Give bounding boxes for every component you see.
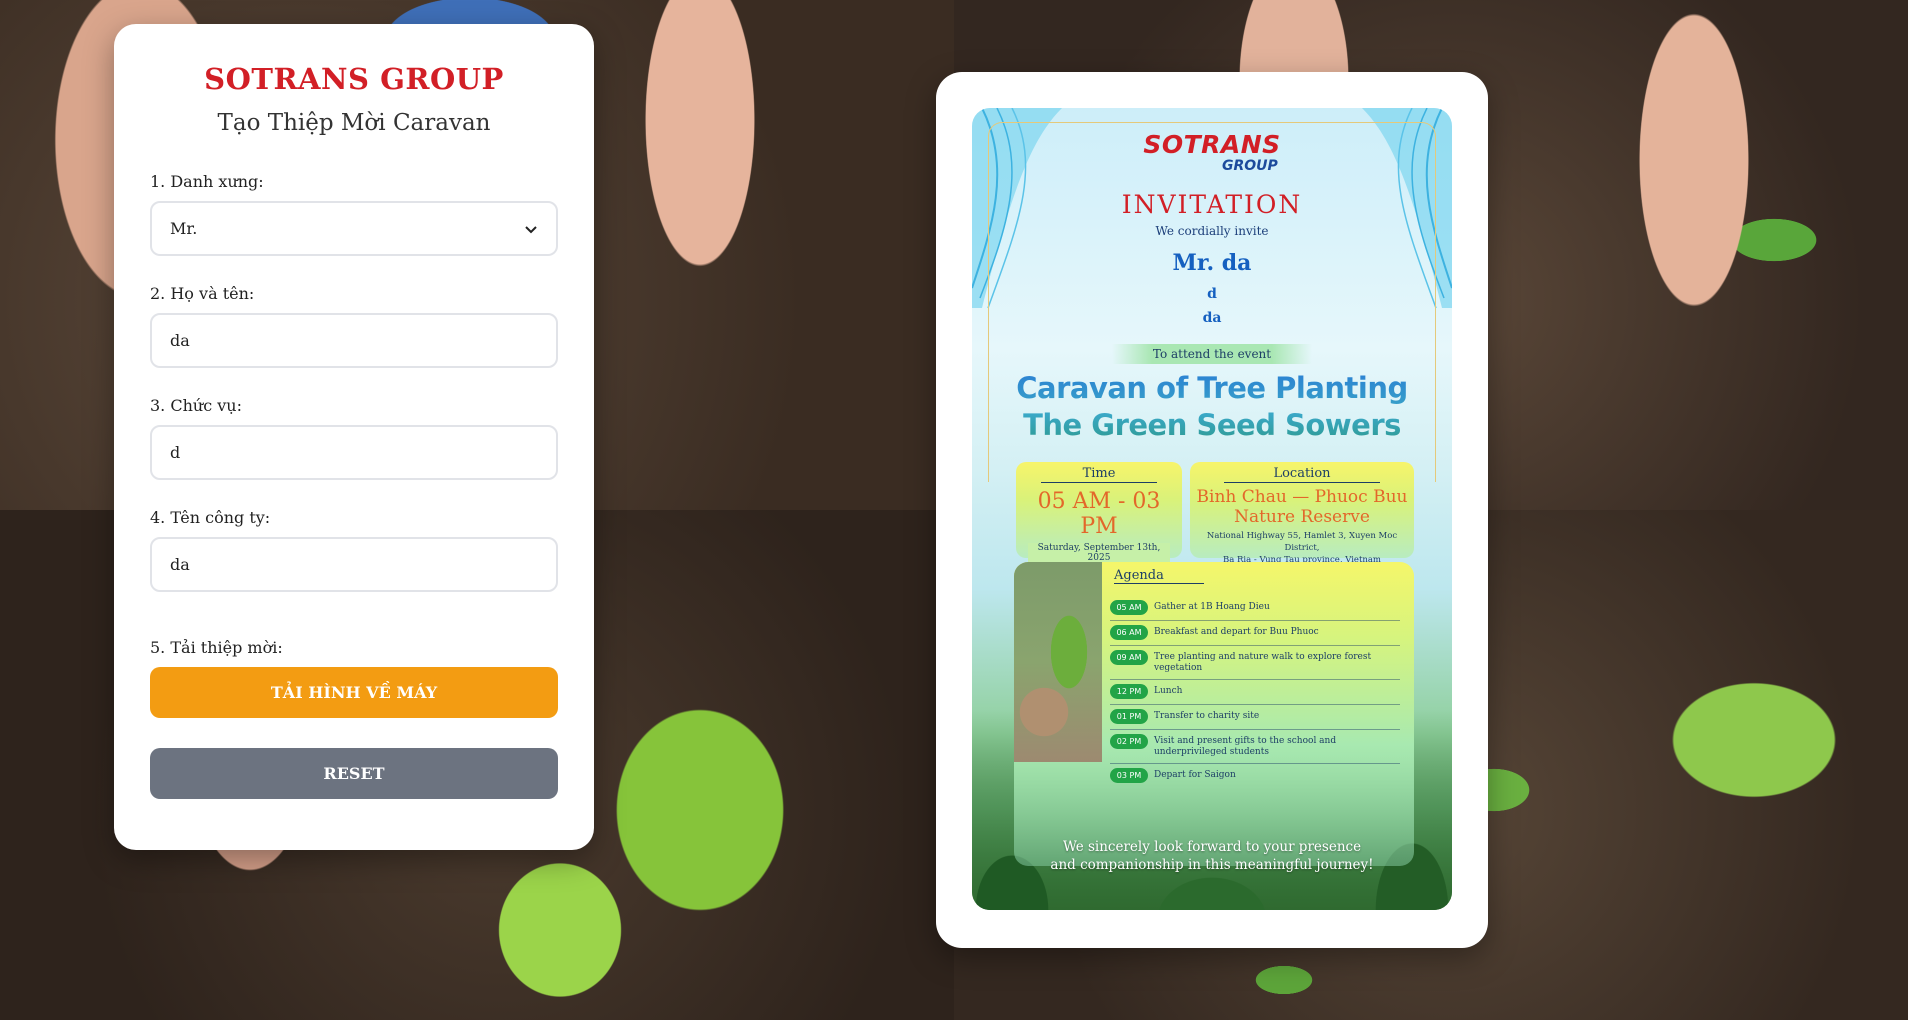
- agenda-item: 06 AM Breakfast and depart for Buu Phuoc: [1110, 621, 1400, 646]
- company-input[interactable]: da: [150, 537, 558, 592]
- agenda-item: 12 PM Lunch: [1110, 680, 1400, 705]
- form-subtitle: Tạo Thiệp Mời Caravan: [217, 110, 491, 136]
- agenda-item-text: Tree planting and nature walk to explore…: [1154, 652, 1372, 673]
- agenda-time-badge: 05 AM: [1110, 600, 1148, 615]
- invitation-logo-sub: GROUP: [1222, 158, 1278, 174]
- guest-position: d: [1207, 286, 1217, 302]
- agenda-item: 03 PM Depart for Saigon: [1110, 764, 1400, 788]
- agenda-item-text: Transfer to charity site: [1154, 711, 1260, 721]
- date-value: Saturday, September 13th, 2025: [1027, 543, 1171, 563]
- location-heading: Location: [1223, 466, 1381, 483]
- location-value: Binh Chau — Phuoc Buu Nature Reserve: [1190, 487, 1414, 527]
- time-value: 05 AM - 03 PM: [1037, 489, 1161, 539]
- agenda-title: Agenda: [1114, 568, 1204, 584]
- name-input[interactable]: da: [150, 313, 558, 368]
- download-label: 5. Tải thiệp mời:: [150, 638, 283, 657]
- reset-button[interactable]: RESET: [150, 748, 558, 799]
- agenda-time-badge: 09 AM: [1110, 650, 1148, 665]
- invitation-logo: SOTRANS: [1143, 130, 1281, 159]
- agenda-item-text: Gather at 1B Hoang Dieu: [1154, 602, 1270, 612]
- event-title-line1: Caravan of Tree Planting: [1016, 371, 1408, 405]
- agenda-item: 09 AM Tree planting and nature walk to e…: [1110, 646, 1400, 680]
- position-label: 3. Chức vụ:: [150, 396, 242, 415]
- agenda-time-badge: 12 PM: [1110, 684, 1148, 699]
- closing-line1: We sincerely look forward to your presen…: [1062, 839, 1362, 855]
- guest-name: Mr. da: [1172, 250, 1252, 276]
- location-value-line1: Binh Chau — Phuoc Buu: [1196, 487, 1408, 507]
- agenda-item: 05 AM Gather at 1B Hoang Dieu: [1110, 596, 1400, 621]
- invitation-preview-card: SOTRANS GROUP INVITATION We cordially in…: [936, 72, 1488, 948]
- agenda-time-badge: 01 PM: [1110, 709, 1148, 724]
- attend-banner: To attend the event: [1112, 344, 1312, 364]
- brand-title: SOTRANS GROUP: [204, 62, 504, 96]
- agenda-item: 01 PM Transfer to charity site: [1110, 705, 1400, 730]
- invitation-title: INVITATION: [1121, 190, 1303, 219]
- agenda-panel: Agenda 05 AM Gather at 1B Hoang Dieu 06 …: [1014, 562, 1414, 866]
- invitation-form-card: SOTRANS GROUP Tạo Thiệp Mời Caravan 1. D…: [114, 24, 594, 850]
- agenda-item-text: Depart for Saigon: [1154, 770, 1236, 780]
- time-box: Time 05 AM - 03 PM Saturday, September 1…: [1016, 462, 1182, 563]
- location-address: National Highway 55, Hamlet 3, Xuyen Moc…: [1190, 530, 1414, 566]
- location-address-line1: National Highway 55, Hamlet 3, Xuyen Moc…: [1206, 531, 1398, 553]
- location-value-line2: Nature Reserve: [1234, 507, 1370, 527]
- name-label: 2. Họ và tên:: [150, 284, 255, 303]
- title-label: 1. Danh xưng:: [150, 172, 264, 191]
- location-box: Location Binh Chau — Phuoc Buu Nature Re…: [1190, 462, 1414, 565]
- chevron-down-icon: [525, 225, 537, 233]
- company-input-value: da: [170, 555, 190, 574]
- agenda-item: 02 PM Visit and present gifts to the sch…: [1110, 730, 1400, 764]
- position-input[interactable]: d: [150, 425, 558, 480]
- tree-planting-photo: [1014, 562, 1102, 762]
- agenda-time-badge: 02 PM: [1110, 734, 1148, 749]
- guest-company: da: [1202, 310, 1222, 326]
- title-select-value: Mr.: [170, 219, 198, 238]
- invitation-image: SOTRANS GROUP INVITATION We cordially in…: [972, 108, 1452, 910]
- title-select[interactable]: Mr.: [150, 201, 558, 256]
- time-heading: Time: [1040, 466, 1158, 483]
- name-input-value: da: [170, 331, 190, 350]
- closing-message: We sincerely look forward to your presen…: [972, 838, 1452, 874]
- cordial-text: We cordially invite: [1155, 224, 1269, 238]
- position-input-value: d: [170, 443, 181, 462]
- agenda-item-text: Breakfast and depart for Buu Phuoc: [1154, 627, 1319, 637]
- closing-line2: and companionship in this meaningful jou…: [1050, 857, 1374, 873]
- agenda-item-text: Lunch: [1154, 686, 1183, 696]
- agenda-item-text: Visit and present gifts to the school an…: [1154, 736, 1337, 757]
- event-title: Caravan of Tree Planting The Green Seed …: [972, 370, 1452, 444]
- company-label: 4. Tên công ty:: [150, 508, 271, 527]
- download-button[interactable]: TẢI HÌNH VỀ MÁY: [150, 667, 558, 718]
- agenda-time-badge: 03 PM: [1110, 768, 1148, 783]
- agenda-time-badge: 06 AM: [1110, 625, 1148, 640]
- agenda-list: 05 AM Gather at 1B Hoang Dieu 06 AM Brea…: [1110, 596, 1400, 788]
- event-title-line2: The Green Seed Sowers: [1023, 408, 1401, 442]
